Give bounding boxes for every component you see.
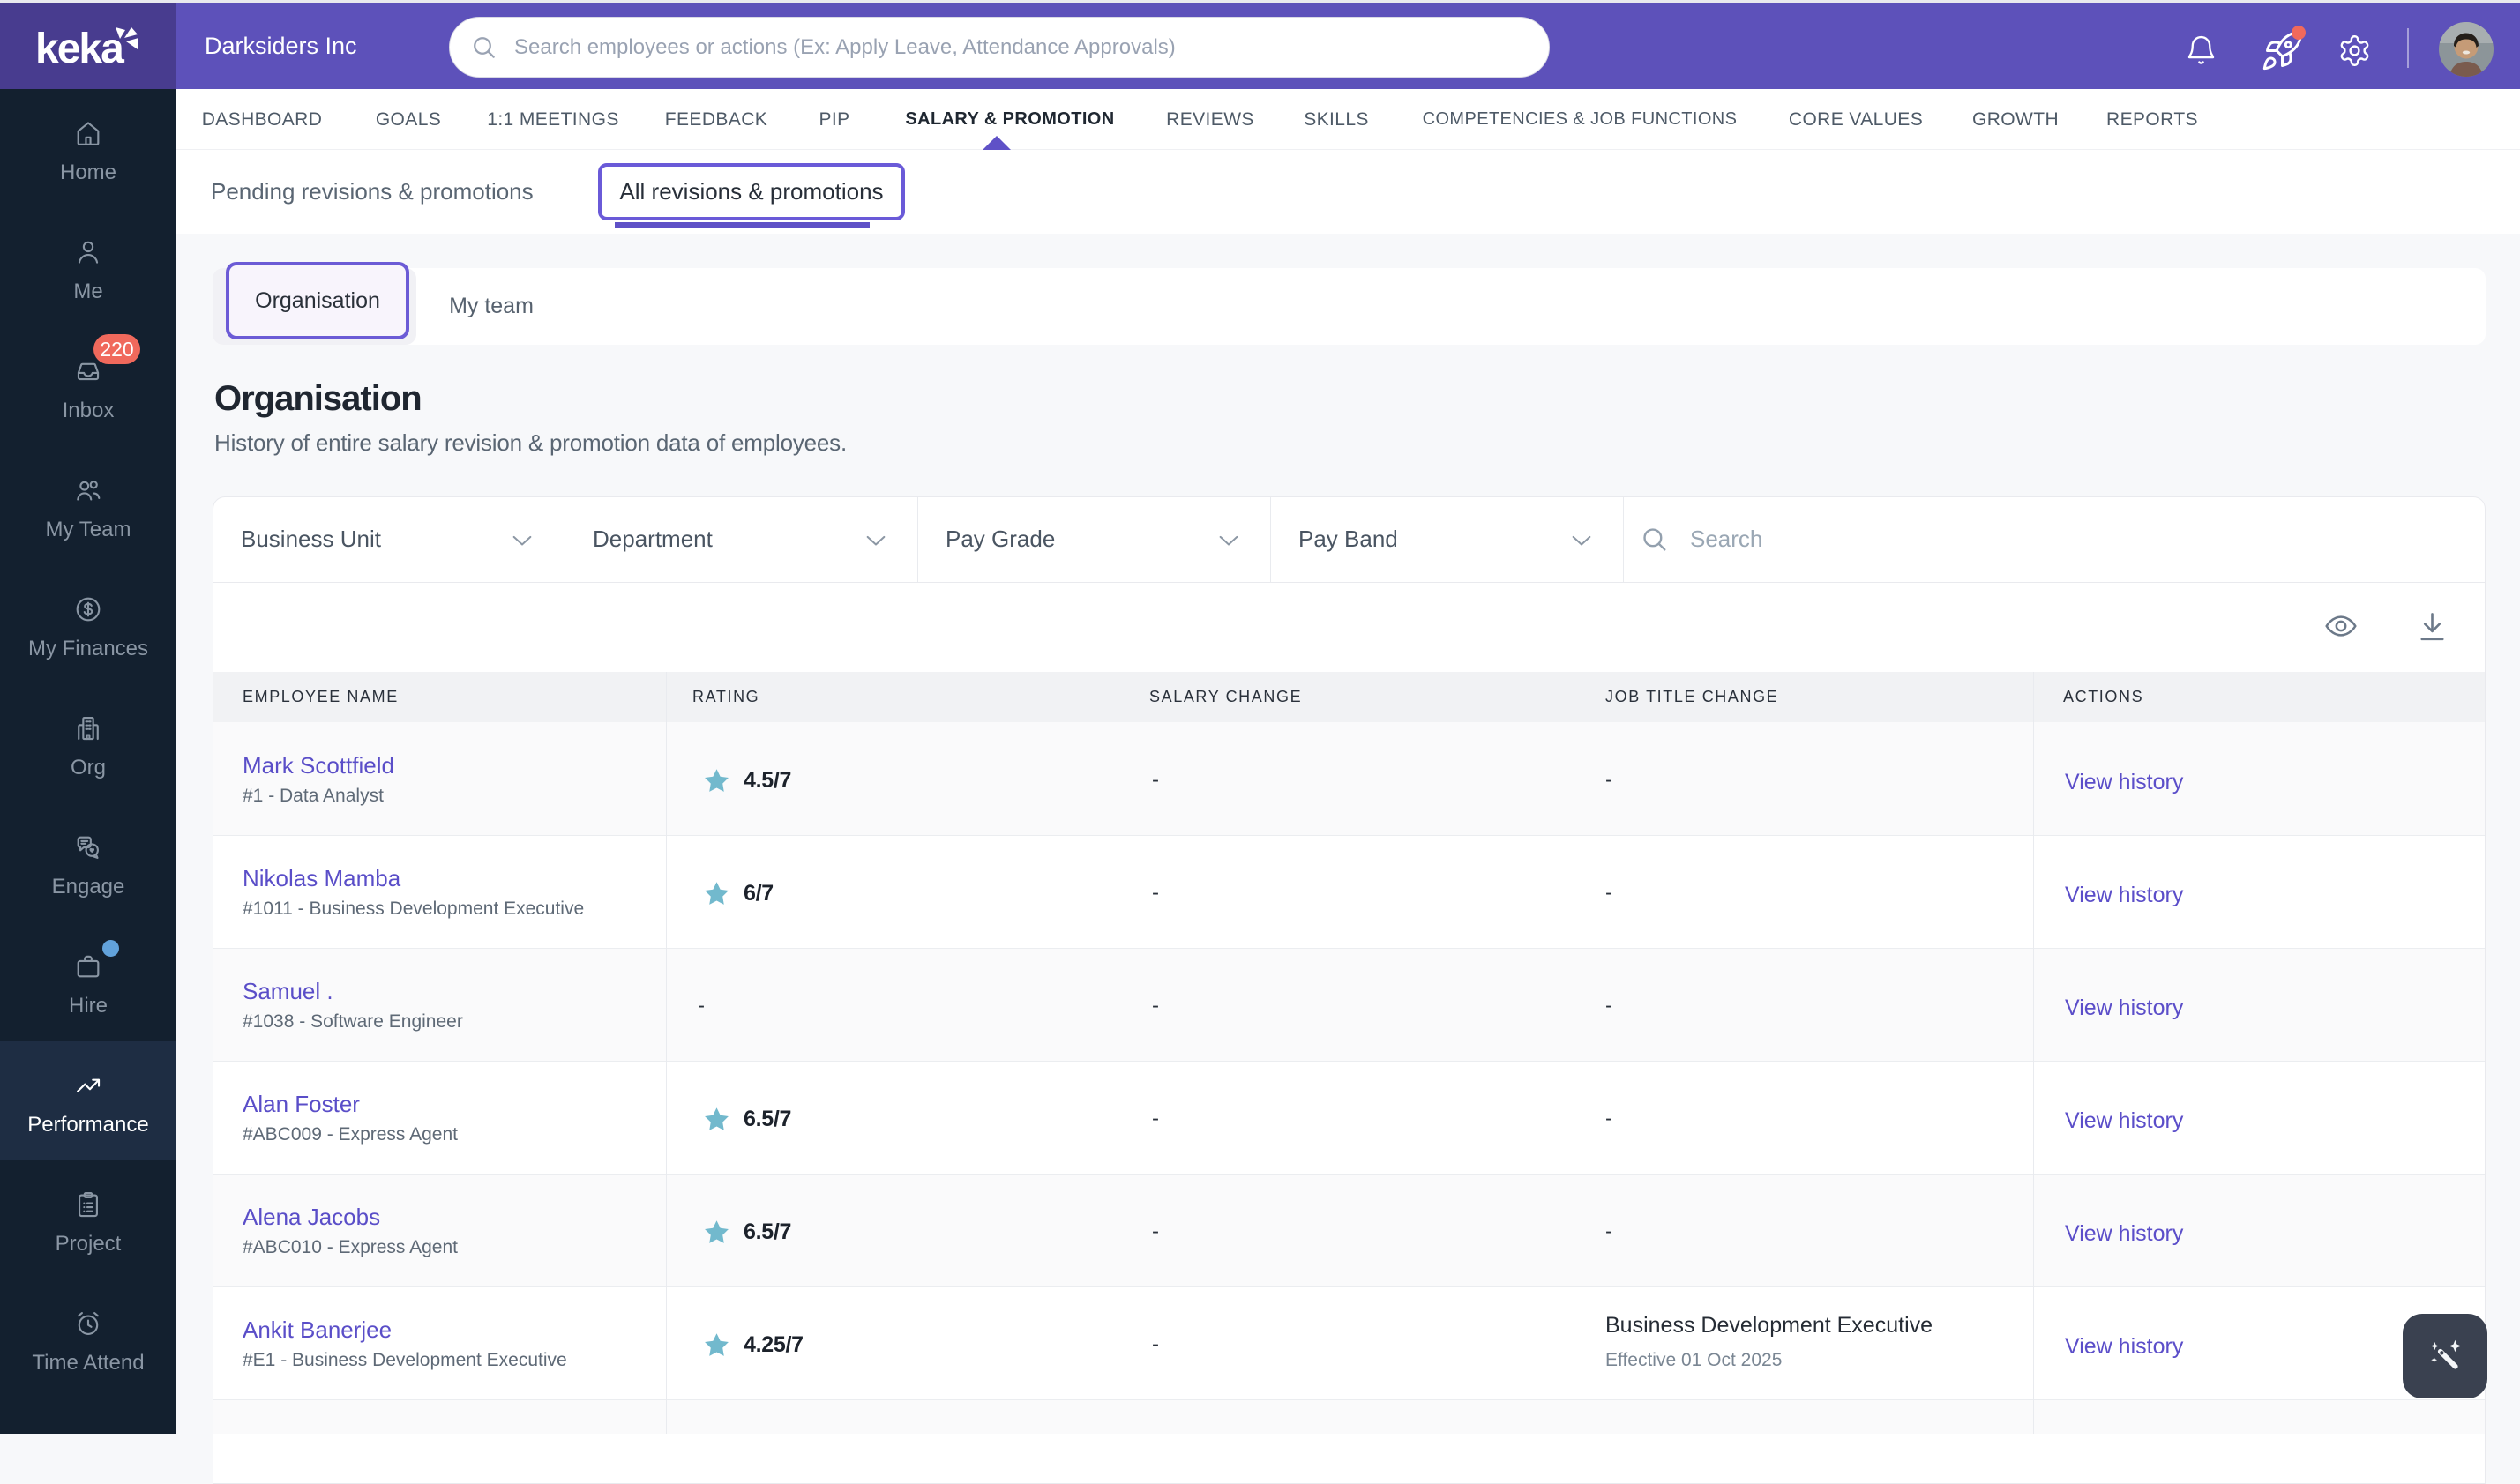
svg-text:keka: keka <box>35 26 124 72</box>
